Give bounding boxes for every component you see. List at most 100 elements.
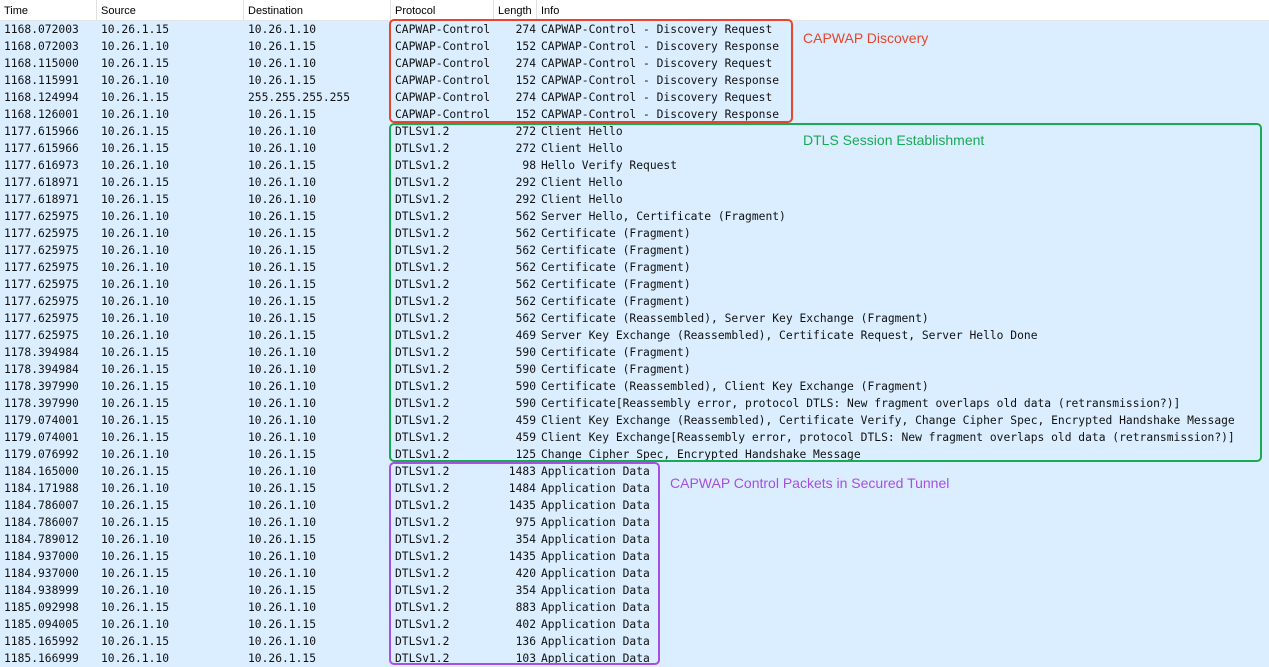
packet-row[interactable]: 1177.625975 10.26.1.10 10.26.1.15 DTLSv1.2 5…	[0, 259, 1269, 276]
packet-protocol: DTLSv1.2	[395, 465, 450, 478]
packet-destination: 10.26.1.10	[248, 193, 317, 206]
packet-protocol: DTLSv1.2	[395, 380, 450, 393]
packet-row[interactable]: 1177.625975 10.26.1.10 10.26.1.15 DTLSv1.2 5…	[0, 242, 1269, 259]
packet-destination: 10.26.1.10	[248, 516, 317, 529]
packet-time: 1185.165992	[4, 635, 79, 648]
packet-source: 10.26.1.10	[101, 312, 170, 325]
column-header-destination[interactable]: Destination	[244, 0, 391, 20]
packet-row[interactable]: 1177.616973 10.26.1.10 10.26.1.15 DTLSv1.2 9…	[0, 157, 1269, 174]
packet-time: 1184.171988	[4, 482, 79, 495]
packet-row[interactable]: 1184.786007 10.26.1.15 10.26.1.10 DTLSv1.2 1…	[0, 497, 1269, 514]
packet-destination: 10.26.1.15	[248, 261, 317, 274]
packet-row[interactable]: 1177.625975 10.26.1.10 10.26.1.15 DTLSv1.2 5…	[0, 225, 1269, 242]
packet-row[interactable]: 1184.937000 10.26.1.15 10.26.1.10 DTLSv1.2 4…	[0, 565, 1269, 582]
packet-row[interactable]: 1185.165992 10.26.1.15 10.26.1.10 DTLSv1.2 1…	[0, 633, 1269, 650]
packet-row[interactable]: 1185.094005 10.26.1.10 10.26.1.15 DTLSv1.2 4…	[0, 616, 1269, 633]
packet-protocol: DTLSv1.2	[395, 414, 450, 427]
packet-length: 562	[515, 278, 536, 291]
packet-row[interactable]: 1178.397990 10.26.1.15 10.26.1.10 DTLSv1.2 5…	[0, 378, 1269, 395]
packet-row[interactable]: 1184.937000 10.26.1.15 10.26.1.10 DTLSv1.2 1…	[0, 548, 1269, 565]
packet-time: 1177.625975	[4, 295, 79, 308]
packet-row[interactable]: 1168.126001 10.26.1.10 10.26.1.15 CAPWAP-Co…	[0, 106, 1269, 123]
packet-length: 274	[515, 57, 536, 70]
packet-info: CAPWAP-Control - Discovery Response	[541, 40, 780, 53]
packet-row[interactable]: 1168.115000 10.26.1.15 10.26.1.10 CAPWAP-Co…	[0, 55, 1269, 72]
column-header-info[interactable]: Info	[537, 0, 1269, 20]
packet-destination: 10.26.1.10	[248, 57, 317, 70]
packet-protocol: DTLSv1.2	[395, 159, 450, 172]
packet-info: Application Data	[541, 635, 650, 648]
packet-source: 10.26.1.10	[101, 329, 170, 342]
packet-protocol: DTLSv1.2	[395, 635, 450, 648]
packet-row[interactable]: 1179.074001 10.26.1.15 10.26.1.10 DTLSv1.2 4…	[0, 429, 1269, 446]
packet-info: Client Hello	[541, 142, 623, 155]
packet-info: CAPWAP-Control - Discovery Request	[541, 91, 773, 104]
packet-info: Certificate (Fragment)	[541, 261, 691, 274]
column-header-time[interactable]: Time	[0, 0, 97, 20]
packet-info: Client Key Exchange (Reassembled), Certi…	[541, 414, 1235, 427]
packet-length: 590	[515, 397, 536, 410]
packet-time: 1177.625975	[4, 261, 79, 274]
packet-source: 10.26.1.10	[101, 40, 170, 53]
packet-row[interactable]: 1178.394984 10.26.1.15 10.26.1.10 DTLSv1.2 5…	[0, 344, 1269, 361]
packet-row[interactable]: 1179.074001 10.26.1.15 10.26.1.10 DTLSv1.2 4…	[0, 412, 1269, 429]
packet-row[interactable]: 1184.789012 10.26.1.10 10.26.1.15 DTLSv1.2 3…	[0, 531, 1269, 548]
packet-row[interactable]: 1184.165000 10.26.1.15 10.26.1.10 DTLSv1.2 1…	[0, 463, 1269, 480]
packet-protocol: DTLSv1.2	[395, 533, 450, 546]
packet-info: Certificate (Fragment)	[541, 363, 691, 376]
packet-row[interactable]: 1184.786007 10.26.1.15 10.26.1.10 DTLSv1.2 9…	[0, 514, 1269, 531]
packet-protocol: DTLSv1.2	[395, 482, 450, 495]
column-header-source[interactable]: Source	[97, 0, 244, 20]
packet-row[interactable]: 1177.615966 10.26.1.15 10.26.1.10 DTLSv1.2 2…	[0, 140, 1269, 157]
packet-source: 10.26.1.15	[101, 397, 170, 410]
column-header-protocol[interactable]: Protocol	[391, 0, 494, 20]
packet-row[interactable]: 1177.618971 10.26.1.15 10.26.1.10 DTLSv1.2 2…	[0, 191, 1269, 208]
packet-time: 1177.625975	[4, 244, 79, 257]
packet-source: 10.26.1.10	[101, 533, 170, 546]
packet-time: 1178.397990	[4, 397, 79, 410]
packet-row[interactable]: 1184.938999 10.26.1.10 10.26.1.15 DTLSv1.2 3…	[0, 582, 1269, 599]
packet-destination: 10.26.1.10	[248, 346, 317, 359]
packet-length: 469	[515, 329, 536, 342]
packet-protocol: CAPWAP-Control	[395, 40, 491, 53]
packet-length: 562	[515, 210, 536, 223]
packet-info: Certificate (Fragment)	[541, 278, 691, 291]
packet-row[interactable]: 1185.092998 10.26.1.15 10.26.1.10 DTLSv1.2 8…	[0, 599, 1269, 616]
packet-row[interactable]: 1168.115991 10.26.1.10 10.26.1.15 CAPWAP-Co…	[0, 72, 1269, 89]
packet-length: 590	[515, 380, 536, 393]
packet-protocol: DTLSv1.2	[395, 125, 450, 138]
packet-row[interactable]: 1177.625975 10.26.1.10 10.26.1.15 DTLSv1.2 4…	[0, 327, 1269, 344]
packet-time: 1178.397990	[4, 380, 79, 393]
packet-source: 10.26.1.10	[101, 74, 170, 87]
packet-info: Certificate (Fragment)	[541, 295, 691, 308]
packet-row[interactable]: 1177.615966 10.26.1.15 10.26.1.10 DTLSv1.2 2…	[0, 123, 1269, 140]
packet-time: 1177.616973	[4, 159, 79, 172]
packet-length: 136	[515, 635, 536, 648]
capwap-discovery-label: CAPWAP Discovery	[803, 30, 929, 46]
packet-row[interactable]: 1178.397990 10.26.1.15 10.26.1.10 DTLSv1.2 5…	[0, 395, 1269, 412]
packet-destination: 10.26.1.10	[248, 550, 317, 563]
packet-source: 10.26.1.15	[101, 176, 170, 189]
packet-time: 1184.937000	[4, 550, 79, 563]
packet-source: 10.26.1.10	[101, 584, 170, 597]
packet-row[interactable]: 1185.166999 10.26.1.10 10.26.1.15 DTLSv1.2 1…	[0, 650, 1269, 667]
packet-row[interactable]: 1177.625975 10.26.1.10 10.26.1.15 DTLSv1.2 5…	[0, 310, 1269, 327]
packet-row[interactable]: 1177.618971 10.26.1.15 10.26.1.10 DTLSv1.2 2…	[0, 174, 1269, 191]
packet-protocol: DTLSv1.2	[395, 244, 450, 257]
packet-protocol: DTLSv1.2	[395, 448, 450, 461]
packet-length: 152	[515, 108, 536, 121]
packet-row[interactable]: 1168.072003 10.26.1.15 10.26.1.10 CAPWAP-Co…	[0, 21, 1269, 38]
column-header-length[interactable]: Length	[494, 0, 537, 20]
packet-row[interactable]: 1168.072003 10.26.1.10 10.26.1.15 CAPWAP-Co…	[0, 38, 1269, 55]
packet-time: 1168.115991	[4, 74, 79, 87]
packet-destination: 10.26.1.10	[248, 635, 317, 648]
packet-row[interactable]: 1177.625975 10.26.1.10 10.26.1.15 DTLSv1.2 5…	[0, 276, 1269, 293]
packet-row[interactable]: 1177.625975 10.26.1.10 10.26.1.15 DTLSv1.2 5…	[0, 208, 1269, 225]
packet-row[interactable]: 1177.625975 10.26.1.10 10.26.1.15 DTLSv1.2 5…	[0, 293, 1269, 310]
packet-row[interactable]: 1168.124994 10.26.1.15 255.255.255.255 CAPW…	[0, 89, 1269, 106]
packet-row[interactable]: 1178.394984 10.26.1.15 10.26.1.10 DTLSv1.2 5…	[0, 361, 1269, 378]
packet-source: 10.26.1.15	[101, 57, 170, 70]
packet-row[interactable]: 1184.171988 10.26.1.10 10.26.1.15 DTLSv1.2 1…	[0, 480, 1269, 497]
packet-info: Client Key Exchange[Reassembly error, pr…	[541, 431, 1235, 444]
packet-row[interactable]: 1179.076992 10.26.1.10 10.26.1.15 DTLSv1.2 1…	[0, 446, 1269, 463]
